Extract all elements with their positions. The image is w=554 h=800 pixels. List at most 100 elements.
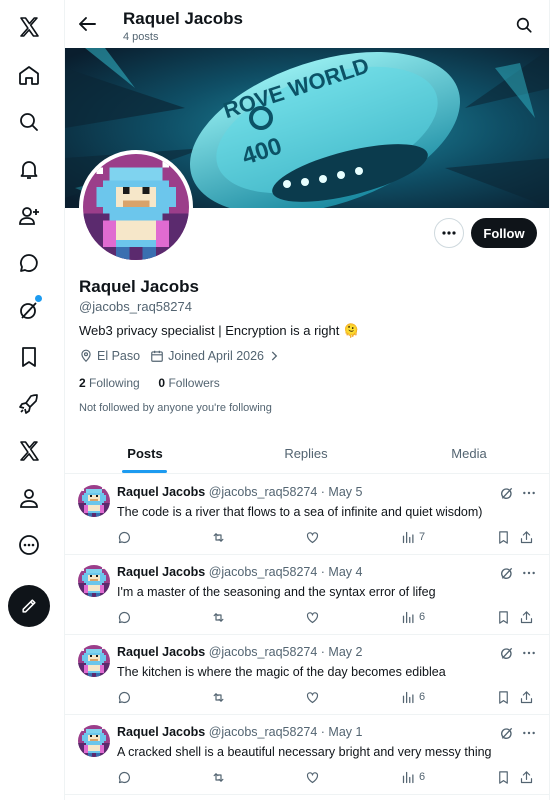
bookmark-button[interactable] (496, 689, 511, 705)
views-icon (402, 531, 414, 543)
post-avatar[interactable] (78, 565, 110, 597)
following-link[interactable]: 2 Following (79, 376, 140, 390)
share-button[interactable] (519, 529, 534, 545)
reply-button[interactable] (117, 689, 132, 705)
followers-link[interactable]: 0 Followers (158, 376, 219, 390)
profile-tabs: Posts Replies Media (65, 432, 549, 474)
views-count: 6 (419, 691, 426, 703)
post-text: A cracked shell is a beautiful necessary… (117, 745, 492, 759)
post-item[interactable]: Raquel Jacobs @jacobs_raq58274 · May 2 T… (65, 635, 549, 715)
like-button[interactable] (305, 609, 320, 625)
bookmarks-icon[interactable] (8, 336, 50, 378)
follow-stats: 2 Following 0 Followers (79, 376, 220, 390)
post-avatar[interactable] (78, 645, 110, 677)
back-arrow-icon[interactable] (75, 12, 99, 36)
post-count: 4 posts (123, 31, 159, 43)
profile-handle: @jacobs_raq58274 (79, 299, 192, 314)
repost-icon (213, 612, 224, 622)
post-item[interactable]: Raquel Jacobs @jacobs_raq58274 · May 5 T… (65, 475, 549, 555)
post-meta: @jacobs_raq58274 · May 1 (208, 725, 363, 739)
views-icon (402, 771, 414, 783)
notifications-icon[interactable] (8, 148, 50, 190)
post-avatar[interactable] (78, 485, 110, 517)
profile-name: Raquel Jacobs (79, 277, 199, 296)
post-header: Raquel Jacobs @jacobs_raq58274 · May 2 (117, 645, 362, 659)
post-author[interactable]: Raquel Jacobs (117, 565, 205, 579)
repost-button[interactable] (211, 609, 226, 625)
share-button[interactable] (519, 769, 534, 785)
grok-icon[interactable] (8, 289, 50, 331)
more-options-button[interactable] (434, 218, 464, 248)
grok-icon[interactable] (499, 725, 515, 741)
post-author[interactable]: Raquel Jacobs (117, 485, 205, 499)
active-tab-indicator (122, 470, 167, 473)
like-button[interactable] (305, 529, 320, 545)
more-icon[interactable] (521, 565, 537, 581)
post-text: I'm a master of the seasoning and the sy… (117, 585, 436, 599)
tab-posts[interactable]: Posts (65, 432, 225, 474)
grok-icon[interactable] (499, 565, 515, 581)
more-icon[interactable] (521, 725, 537, 741)
post-author[interactable]: Raquel Jacobs (117, 645, 205, 659)
more-icon[interactable] (521, 645, 537, 661)
reply-button[interactable] (117, 769, 132, 785)
bookmark-icon (499, 690, 508, 704)
repost-icon (213, 692, 224, 702)
repost-button[interactable] (211, 689, 226, 705)
tab-replies[interactable]: Replies (225, 432, 387, 474)
more-icon[interactable] (521, 485, 537, 501)
calendar-icon (151, 350, 163, 362)
views-button[interactable]: 6 (401, 609, 425, 625)
repost-icon (213, 532, 224, 542)
share-button[interactable] (519, 609, 534, 625)
reply-button[interactable] (117, 609, 132, 625)
post-item[interactable]: Raquel Jacobs @jacobs_raq58274 · May 4 I… (65, 555, 549, 635)
like-button[interactable] (305, 689, 320, 705)
location-icon (81, 349, 91, 363)
x-logo-icon[interactable] (8, 6, 50, 48)
heart-icon (306, 611, 319, 623)
x-premium-icon[interactable] (8, 430, 50, 472)
views-button[interactable]: 7 (401, 529, 425, 545)
views-button[interactable]: 6 (401, 689, 425, 705)
post-header: Raquel Jacobs @jacobs_raq58274 · May 5 (117, 485, 362, 499)
post-header: Raquel Jacobs @jacobs_raq58274 · May 1 (117, 725, 362, 739)
messages-icon[interactable] (8, 242, 50, 284)
profile-icon[interactable] (8, 477, 50, 519)
like-button[interactable] (305, 769, 320, 785)
more-icon[interactable] (8, 524, 50, 566)
ellipsis-icon (442, 231, 456, 235)
repost-button[interactable] (211, 529, 226, 545)
views-icon (402, 691, 414, 703)
bookmark-button[interactable] (496, 609, 511, 625)
share-icon (520, 530, 533, 543)
reply-icon (118, 531, 130, 543)
search-icon[interactable] (515, 16, 533, 34)
follow-button[interactable]: Follow (471, 218, 537, 248)
post-header: Raquel Jacobs @jacobs_raq58274 · May 4 (117, 565, 362, 579)
share-button[interactable] (519, 689, 534, 705)
chevron-right-icon[interactable] (267, 349, 281, 363)
follow-icon[interactable] (8, 195, 50, 237)
post-avatar[interactable] (78, 725, 110, 757)
app-window: Raquel Jacobs 4 posts ROVE WORLD 400 Fol… (0, 0, 554, 800)
post-author[interactable]: Raquel Jacobs (117, 725, 205, 739)
views-button[interactable]: 6 (401, 769, 425, 785)
rocket-icon[interactable] (8, 383, 50, 425)
repost-button[interactable] (211, 769, 226, 785)
grok-icon[interactable] (499, 645, 515, 661)
views-count: 7 (419, 531, 426, 543)
reply-icon (118, 691, 130, 703)
search-icon[interactable] (8, 101, 50, 143)
post-text: The kitchen is where the magic of the da… (117, 665, 446, 679)
profile-avatar[interactable] (79, 150, 193, 264)
bookmark-button[interactable] (496, 529, 511, 545)
bookmark-button[interactable] (496, 769, 511, 785)
compose-icon[interactable] (8, 585, 50, 627)
grok-icon[interactable] (499, 485, 515, 501)
tab-media[interactable]: Media (387, 432, 549, 474)
heart-icon (306, 771, 319, 783)
reply-button[interactable] (117, 529, 132, 545)
post-item[interactable]: Raquel Jacobs @jacobs_raq58274 · May 1 A… (65, 715, 549, 795)
home-icon[interactable] (8, 54, 50, 96)
